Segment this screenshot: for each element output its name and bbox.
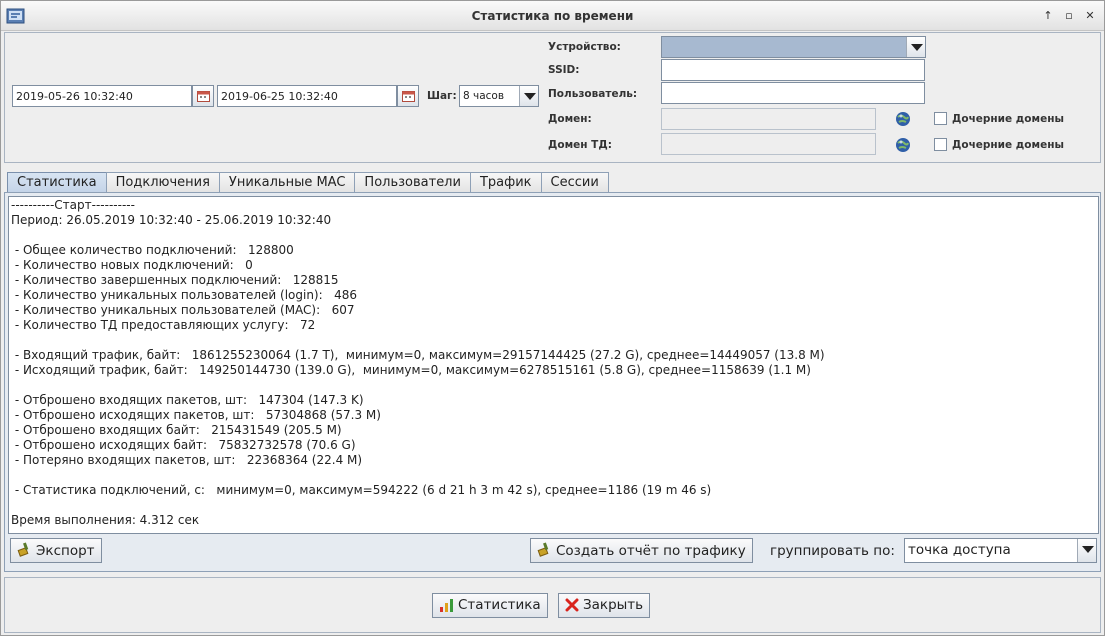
domain-child-checkbox[interactable]: [934, 112, 947, 125]
calendar-icon: [402, 91, 415, 102]
domain-field: [661, 108, 876, 130]
report-line: - Статистика подключений, с: минимум=0, …: [11, 483, 712, 497]
globe-icon[interactable]: [895, 111, 911, 127]
td-domain-child-checkbox[interactable]: [934, 138, 947, 151]
report-text-area[interactable]: ----------Старт---------- Период: 26.05.2…: [8, 196, 1099, 534]
bottom-panel: Статистика Закрыть: [4, 577, 1101, 633]
group-by-select[interactable]: точка доступа: [904, 538, 1097, 563]
report-line: [11, 333, 1096, 348]
report-line: [11, 498, 1096, 513]
domain-label: Домен:: [548, 113, 592, 125]
statistics-window: Статистика по времени ↑ ▫ ✕ 2019-05-26 1…: [0, 0, 1105, 636]
close-window-icon[interactable]: ✕: [1082, 8, 1098, 24]
device-select[interactable]: [661, 36, 926, 58]
statistics-button-label: Статистика: [458, 597, 541, 613]
chevron-down-icon: [519, 86, 538, 106]
report-line: [11, 378, 1096, 393]
report-line: - Отброшено исходящих пакетов, шт: 57304…: [11, 408, 381, 422]
restore-icon[interactable]: ▫: [1061, 8, 1077, 24]
statistics-tab-content: ----------Старт---------- Период: 26.05.2…: [4, 192, 1101, 572]
td-domain-field: [661, 133, 876, 155]
report-line: - Количество ТД предоставляющих услугу: …: [11, 318, 316, 332]
user-field[interactable]: [661, 82, 925, 104]
step-select[interactable]: 8 часов: [459, 85, 539, 107]
chevron-down-icon: [1077, 539, 1096, 562]
report-line: - Общее количество подключений: 128800: [11, 243, 294, 257]
td-domain-child-label: Дочерние домены: [952, 139, 1064, 151]
td-domain-label: Домен ТД:: [548, 139, 612, 151]
date-from-calendar-button[interactable]: [192, 85, 214, 107]
tab-users[interactable]: Пользователи: [354, 172, 471, 192]
report-line: - Количество уникальных пользователей (l…: [11, 288, 358, 302]
date-to-calendar-button[interactable]: [397, 85, 419, 107]
tab-unique-mac[interactable]: Уникальные MAC: [218, 172, 356, 192]
group-by-value: точка доступа: [908, 542, 1011, 558]
brush-icon: [17, 542, 29, 557]
report-line: [11, 228, 1096, 243]
close-button[interactable]: Закрыть: [558, 593, 651, 618]
chevron-down-icon: [906, 37, 925, 57]
report-line: - Количество новых подключений: 0: [11, 258, 253, 272]
traffic-report-label: Создать отчёт по трафику: [556, 543, 746, 559]
bar-chart-icon: [440, 599, 453, 612]
close-button-label: Закрыть: [583, 597, 644, 613]
statistics-button[interactable]: Статистика: [432, 593, 548, 618]
group-by-label: группировать по:: [770, 543, 895, 559]
report-line: - Количество завершенных подключений: 12…: [11, 273, 339, 287]
maximize-up-icon[interactable]: ↑: [1040, 8, 1056, 24]
report-line: - Отброшено исходящих байт: 75832732578 …: [11, 438, 356, 452]
user-label: Пользователь:: [548, 88, 638, 100]
tab-traffic[interactable]: Трафик: [469, 172, 542, 192]
tab-bar: Статистика Подключения Уникальные MAC По…: [7, 172, 609, 192]
traffic-report-button[interactable]: Создать отчёт по трафику: [530, 538, 753, 563]
title-bar: Статистика по времени ↑ ▫ ✕: [1, 1, 1104, 31]
domain-child-label: Дочерние домены: [952, 113, 1064, 125]
tab-sessions[interactable]: Сессии: [540, 172, 609, 192]
close-x-icon: [565, 598, 579, 612]
brush-icon: [537, 542, 549, 557]
export-button[interactable]: Экспорт: [10, 538, 102, 563]
report-line: Период: 26.05.2019 10:32:40 - 25.06.2019…: [11, 213, 332, 227]
report-line: - Исходящий трафик, байт: 149250144730 (…: [11, 363, 811, 377]
report-line: [11, 468, 1096, 483]
device-label: Устройство:: [548, 41, 621, 53]
date-to-field[interactable]: 2019-06-25 10:32:40: [217, 85, 397, 107]
ssid-field[interactable]: [661, 59, 925, 81]
report-line: Время выполнения: 4.312 сек: [11, 513, 200, 527]
report-line: - Входящий трафик, байт: 1861255230064 (…: [11, 348, 825, 362]
globe-icon[interactable]: [895, 137, 911, 153]
ssid-label: SSID:: [548, 64, 580, 76]
date-from-field[interactable]: 2019-05-26 10:32:40: [12, 85, 192, 107]
report-line: - Количество уникальных пользователей (M…: [11, 303, 355, 317]
window-title: Статистика по времени: [471, 9, 634, 23]
report-line: ----------Старт----------: [11, 198, 135, 212]
export-label: Экспорт: [36, 543, 95, 559]
step-label: Шаг:: [427, 90, 457, 102]
report-line: - Отброшено входящих байт: 215431549 (20…: [11, 423, 342, 437]
report-line: - Потеряно входящих пакетов, шт: 2236836…: [11, 453, 363, 467]
tab-connections[interactable]: Подключения: [105, 172, 220, 192]
step-value: 8 часов: [463, 90, 505, 102]
report-line: - Отброшено входящих пакетов, шт: 147304…: [11, 393, 364, 407]
filter-panel: 2019-05-26 10:32:40 2019-06-25 10:32:40 …: [4, 32, 1101, 163]
tabs-area: Статистика Подключения Уникальные MAC По…: [4, 166, 1101, 572]
calendar-icon: [197, 91, 210, 102]
tab-statistics[interactable]: Статистика: [7, 172, 107, 192]
